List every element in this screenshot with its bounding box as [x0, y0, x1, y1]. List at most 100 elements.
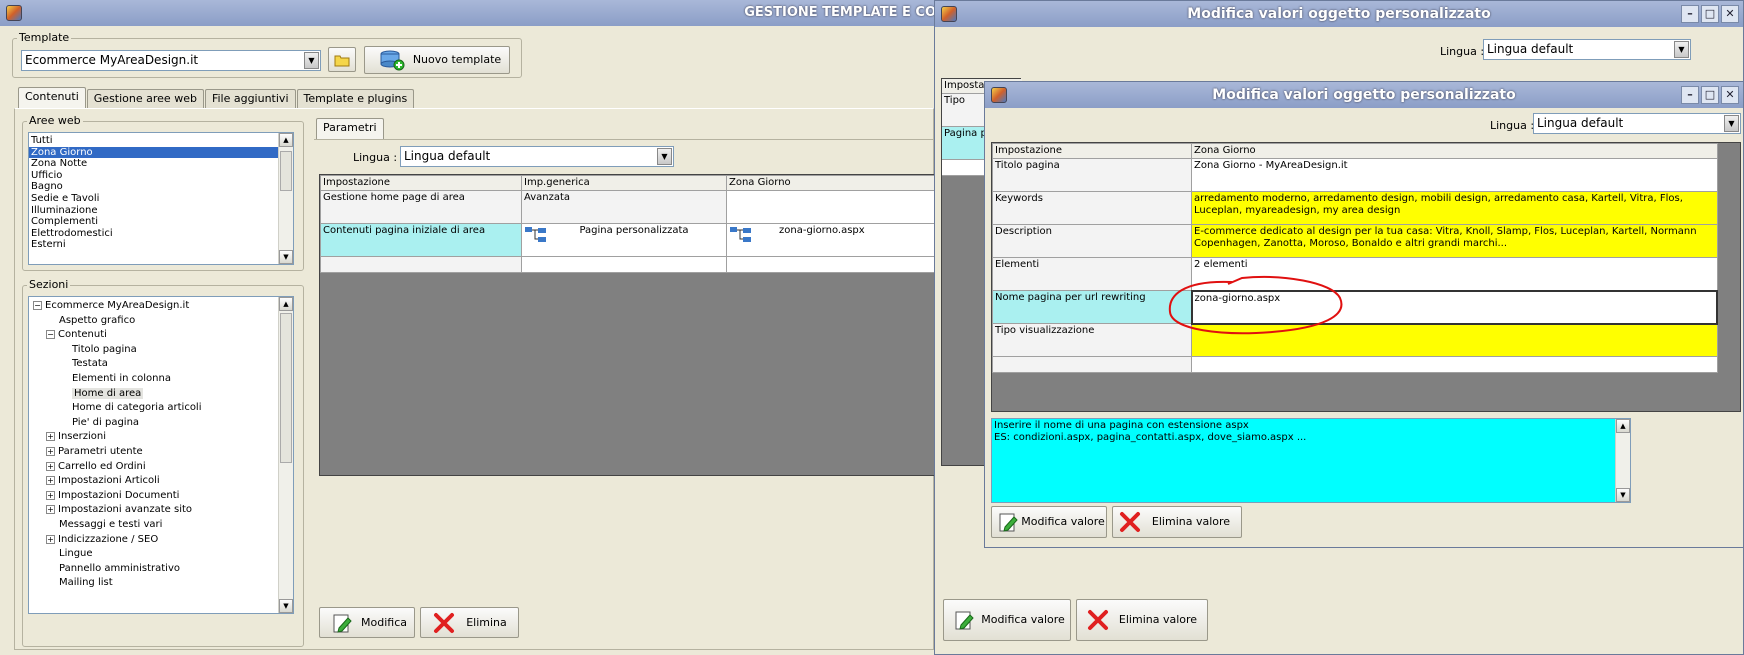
scroll-up-icon[interactable]: ▲ — [279, 133, 293, 147]
elimina-valore-button[interactable]: Elimina valore — [1076, 599, 1208, 641]
close-icon[interactable]: ✕ — [1721, 5, 1739, 23]
lingua-select[interactable]: Lingua default ▼ — [1483, 39, 1691, 60]
scroll-down-icon[interactable]: ▼ — [279, 250, 293, 264]
tab-parametri[interactable]: Parametri — [316, 118, 384, 140]
tree-item[interactable]: Home di categoria articoli — [59, 401, 202, 415]
tree-item[interactable]: Titolo pagina — [59, 343, 137, 357]
elimina-valore-button[interactable]: Elimina valore — [1112, 506, 1242, 538]
grid-cell[interactable]: Zona Giorno - MyAreaDesign.it — [1191, 158, 1718, 192]
table-row[interactable]: Keywords arredamento moderno, arredament… — [992, 191, 1718, 225]
table-row[interactable] — [992, 356, 1718, 373]
tree-item[interactable]: Aspetto grafico — [46, 314, 135, 328]
template-select[interactable]: Ecommerce MyAreaDesign.it ▼ — [21, 50, 321, 71]
expand-icon[interactable]: + — [46, 476, 55, 486]
grid-cell[interactable]: Avanzata — [521, 190, 727, 224]
tree-item[interactable]: + Impostazioni Documenti — [46, 489, 179, 503]
grid-cell[interactable]: E-commerce dedicato al design per la tua… — [1191, 224, 1718, 258]
grid-cell[interactable] — [521, 256, 727, 273]
chevron-down-icon[interactable]: ▼ — [657, 148, 672, 165]
table-row[interactable]: Contenuti pagina iniziale di area Pagina… — [320, 223, 940, 257]
tree-item[interactable]: + Impostazioni avanzate sito — [46, 503, 192, 517]
tree-item[interactable]: + Parametri utente — [46, 445, 143, 459]
sezioni-tree[interactable]: − Ecommerce MyAreaDesign.it Aspetto grafic… — [28, 296, 294, 614]
dialog-front-grid[interactable]: Impostazione Zona Giorno Titolo pagina Z… — [991, 142, 1741, 412]
grid-cell[interactable] — [1191, 323, 1718, 357]
table-row[interactable]: Tipo visualizzazione — [992, 323, 1718, 357]
expand-icon[interactable]: + — [46, 534, 55, 544]
table-row[interactable]: Description E-commerce dedicato al desig… — [992, 224, 1718, 258]
elimina-button[interactable]: Elimina — [420, 607, 519, 638]
tab-template-plugins[interactable]: Template e plugins — [296, 89, 415, 109]
modifica-valore-button[interactable]: Modifica valore — [991, 506, 1107, 538]
list-item[interactable]: Zona Notte — [29, 158, 278, 170]
grid-cell-editing[interactable]: zona-giorno.aspx — [1190, 289, 1718, 325]
modifica-button[interactable]: Modifica — [319, 607, 415, 638]
grid-cell[interactable] — [726, 190, 940, 224]
open-folder-button[interactable] — [328, 47, 356, 72]
close-icon[interactable]: ✕ — [1721, 86, 1739, 104]
table-row[interactable]: Gestione home page di area Avanzata — [320, 190, 940, 224]
scroll-up-icon[interactable]: ▲ — [1616, 419, 1630, 433]
list-item[interactable]: Complementi — [29, 216, 278, 228]
expand-icon[interactable]: + — [46, 505, 55, 515]
chevron-down-icon[interactable]: ▼ — [1724, 115, 1739, 132]
help-scrollbar[interactable]: ▲ ▼ — [1615, 419, 1630, 502]
tree-item[interactable]: − Contenuti — [46, 328, 107, 342]
lingua-select[interactable]: Lingua default ▼ — [400, 146, 674, 167]
scroll-up-icon[interactable]: ▲ — [279, 297, 293, 311]
minimize-icon[interactable]: – — [1681, 5, 1699, 23]
table-row[interactable]: Titolo pagina Zona Giorno - MyAreaDesign… — [992, 158, 1718, 192]
tree-item[interactable]: Elementi in colonna — [59, 372, 171, 386]
grid-cell[interactable] — [726, 256, 940, 273]
new-template-button[interactable]: Nuovo template — [364, 46, 510, 74]
maximize-icon[interactable]: □ — [1701, 86, 1719, 104]
lingua-select[interactable]: Lingua default ▼ — [1533, 113, 1741, 134]
aree-web-list[interactable]: Tutti Zona Giorno Zona Notte Ufficio Bagno Se… — [28, 132, 294, 265]
table-row[interactable]: Elementi 2 elementi — [992, 257, 1718, 291]
tree-item[interactable]: + Carrello ed Ordini — [46, 460, 146, 474]
tab-gestione-aree-web[interactable]: Gestione aree web — [86, 89, 204, 109]
grid-cell[interactable]: arredamento moderno, arredamento design,… — [1191, 191, 1718, 225]
list-item[interactable]: Elettrodomestici — [29, 228, 278, 240]
minimize-icon[interactable]: – — [1681, 86, 1699, 104]
grid-cell[interactable] — [1191, 356, 1718, 373]
list-item[interactable]: Tutti — [29, 135, 278, 147]
scroll-thumb[interactable] — [280, 151, 292, 191]
tree-item[interactable]: + Indicizzazione / SEO — [46, 533, 158, 547]
tree-item[interactable]: Pie' di pagina — [59, 416, 139, 430]
expand-icon[interactable]: + — [46, 461, 55, 471]
scroll-down-icon[interactable]: ▼ — [279, 599, 293, 613]
tree-item[interactable]: + Inserzioni — [46, 430, 106, 444]
list-item[interactable]: Ufficio — [29, 170, 278, 182]
table-row[interactable] — [320, 256, 940, 273]
grid-cell-object[interactable]: zona-giorno.aspx — [726, 223, 940, 257]
sezioni-scrollbar[interactable]: ▲ ▼ — [278, 297, 293, 613]
grid-cell[interactable]: 2 elementi — [1191, 257, 1718, 291]
tree-item[interactable]: Home di area — [59, 387, 144, 401]
table-row[interactable]: Nome pagina per url rewriting zona-giorn… — [992, 289, 1718, 325]
chevron-down-icon[interactable]: ▼ — [1674, 41, 1689, 58]
expand-icon[interactable]: + — [46, 490, 55, 500]
list-item[interactable]: Zona Giorno — [29, 146, 278, 159]
tab-file-aggiuntivi[interactable]: File aggiuntivi — [204, 89, 296, 109]
list-item[interactable]: Sedie e Tavoli — [29, 193, 278, 205]
scroll-down-icon[interactable]: ▼ — [1616, 488, 1630, 502]
tab-contenuti[interactable]: Contenuti — [18, 87, 86, 109]
list-item[interactable]: Bagno — [29, 181, 278, 193]
expand-icon[interactable]: + — [46, 447, 55, 456]
list-item[interactable]: Illuminazione — [29, 205, 278, 217]
tree-item[interactable]: Pannello amministrativo — [46, 562, 180, 576]
scroll-thumb[interactable] — [280, 313, 292, 463]
collapse-icon[interactable]: − — [46, 330, 55, 340]
tree-item[interactable]: Messaggi e testi vari — [46, 518, 162, 532]
params-grid[interactable]: Impostazione Imp.generica Zona Giorno Ge… — [319, 174, 940, 476]
collapse-icon[interactable]: − — [33, 301, 42, 310]
expand-icon[interactable]: + — [46, 432, 55, 442]
aree-web-scrollbar[interactable]: ▲ ▼ — [278, 133, 293, 264]
list-item[interactable]: Esterni — [29, 239, 278, 251]
url-rewriting-input[interactable]: zona-giorno.aspx — [1195, 293, 1281, 304]
chevron-down-icon[interactable]: ▼ — [304, 52, 319, 69]
tree-item[interactable]: − Ecommerce MyAreaDesign.it — [33, 299, 189, 313]
grid-cell-object[interactable]: Pagina personalizzata — [521, 223, 727, 257]
tree-item[interactable]: + Impostazioni Articoli — [46, 474, 160, 488]
